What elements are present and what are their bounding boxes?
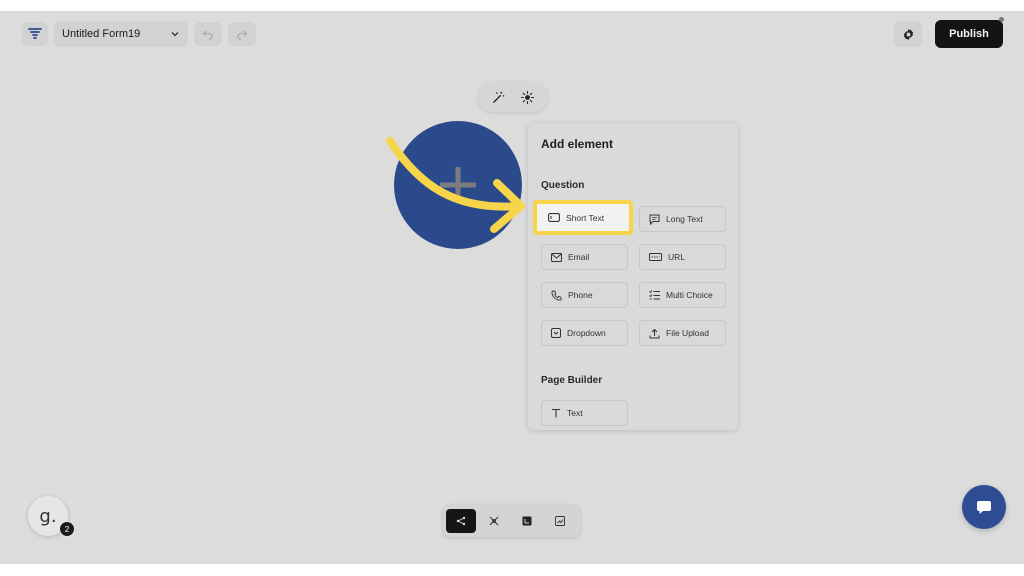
chat-support-button[interactable]: [962, 485, 1006, 529]
chat-bubble-icon: [977, 501, 991, 514]
share-flow-icon: [456, 516, 466, 526]
chart-edit-icon: [555, 516, 565, 526]
results-view-button[interactable]: [545, 509, 575, 533]
logic-icon: [489, 516, 499, 526]
logic-view-button[interactable]: [479, 509, 509, 533]
layout-icon: [522, 516, 532, 526]
pointer-arrow-annotation: [386, 137, 525, 233]
theme-view-button[interactable]: [512, 509, 542, 533]
form-builder-canvas: Untitled Form19 Publish Add element Ques…: [0, 11, 1024, 564]
flow-view-button[interactable]: [446, 509, 476, 533]
bottom-toolbar: [443, 505, 580, 537]
avatar-initial: g.: [39, 505, 57, 527]
notification-badge: 2: [59, 521, 75, 537]
